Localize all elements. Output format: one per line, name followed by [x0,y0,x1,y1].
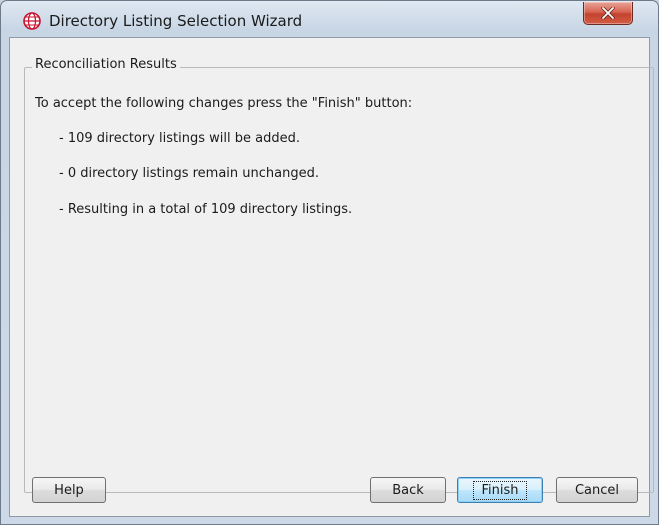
globe-icon [23,12,41,30]
close-button[interactable] [583,2,633,25]
back-button[interactable]: Back [370,477,446,503]
cancel-button[interactable]: Cancel [556,477,638,503]
close-icon [601,7,615,19]
group-legend: Reconciliation Results [32,57,180,72]
intro-text: To accept the following changes press th… [35,96,413,111]
help-button[interactable]: Help [32,477,106,503]
wizard-content-area: Reconciliation Results To accept the fol… [9,37,654,517]
window-title: Directory Listing Selection Wizard [49,12,303,30]
result-line-total: - Resulting in a total of 109 directory … [59,202,353,217]
result-line-added: - 109 directory listings will be added. [59,131,300,146]
finish-button-label: Finish [473,480,527,500]
title-bar[interactable]: Directory Listing Selection Wizard [1,1,658,37]
result-line-unchanged: - 0 directory listings remain unchanged. [59,166,319,181]
finish-button[interactable]: Finish [457,477,543,503]
